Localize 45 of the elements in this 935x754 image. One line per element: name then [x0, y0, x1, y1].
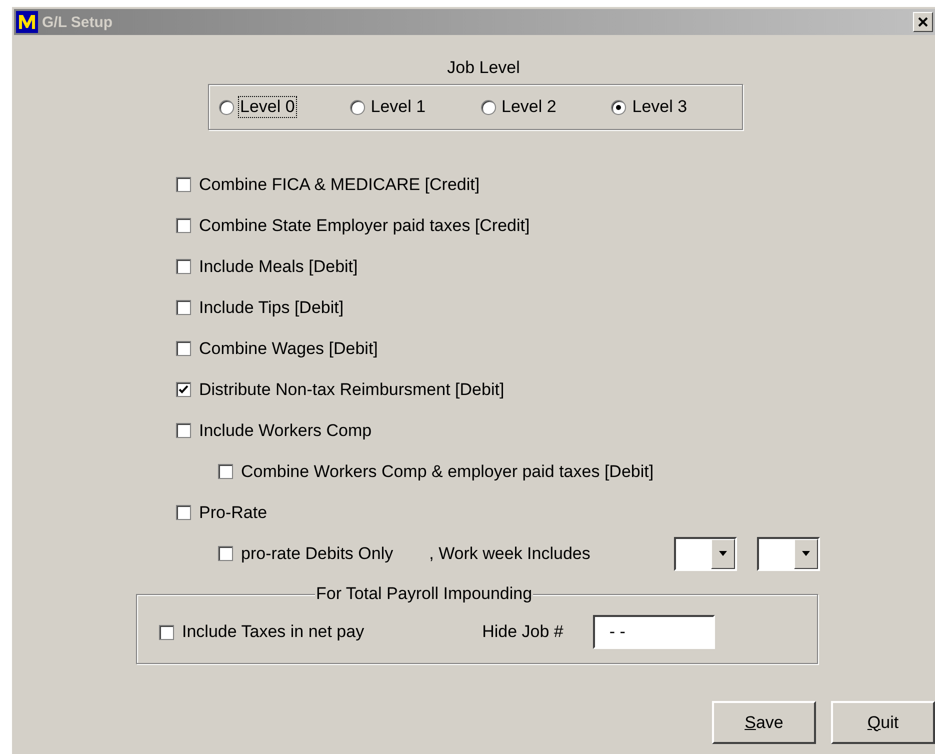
checkbox-label[interactable]: Include Workers Comp [199, 420, 372, 440]
checkbox-label[interactable]: Distribute Non-tax Reimbursment [Debit] [199, 380, 504, 400]
group-title: For Total Payroll Impounding [315, 584, 534, 604]
checkbox-label[interactable]: Combine FICA & MEDICARE [Credit] [199, 174, 480, 194]
radio-button[interactable] [480, 100, 496, 114]
checkbox-label[interactable]: Include Meals [Debit] [199, 256, 358, 276]
checkbox-label[interactable]: Combine State Employer paid taxes [Credit] [199, 216, 530, 236]
radio-label[interactable]: Level 2 [500, 96, 558, 118]
checkbox[interactable] [176, 341, 191, 356]
dialog-button[interactable]: Quit [831, 701, 935, 744]
radio-button[interactable] [219, 100, 234, 114]
checkbox[interactable] [218, 464, 233, 479]
checkbox-label[interactable]: Include Taxes in net pay [182, 622, 364, 642]
dialog-button[interactable]: Save [712, 701, 816, 744]
radio-label[interactable]: Level 3 [630, 96, 690, 118]
checkbox[interactable] [159, 624, 174, 640]
checkbox-label[interactable]: Combine Workers Comp & employer paid taxes [Debit] [241, 462, 654, 482]
checkbox-label[interactable]: Pro-Rate [199, 502, 268, 522]
radio-label[interactable]: Level 0 [238, 96, 297, 118]
window-title: G/L Setup [42, 14, 114, 30]
radio-button[interactable] [611, 100, 626, 114]
dropdown[interactable] [757, 536, 820, 570]
caret-icon [719, 551, 728, 556]
app-logo-icon [16, 11, 38, 33]
checkbox[interactable] [176, 505, 191, 520]
hide-job-field[interactable]: - - [593, 615, 716, 649]
group-title: Job Level [446, 58, 521, 79]
field-label: Hide Job # [482, 622, 564, 642]
checkbox[interactable] [176, 300, 191, 315]
checkbox[interactable] [218, 546, 233, 561]
dropdown[interactable] [674, 536, 738, 570]
checkbox[interactable] [176, 382, 191, 397]
caret-icon [802, 551, 810, 556]
work-week-label: , Work week Includes [429, 544, 592, 564]
radio-button[interactable] [350, 100, 365, 114]
close-icon [917, 16, 929, 28]
checkbox[interactable] [176, 218, 191, 233]
checkbox[interactable] [176, 259, 191, 274]
checkbox-label[interactable]: Combine Wages [Debit] [199, 338, 378, 358]
radio-label[interactable]: Level 1 [368, 96, 428, 118]
checkbox-label[interactable]: Include Tips [Debit] [199, 298, 344, 318]
close-button[interactable] [913, 12, 933, 32]
checkbox[interactable] [176, 423, 191, 438]
checkbox-label[interactable]: pro-rate Debits Only [241, 544, 394, 564]
checkbox[interactable] [176, 177, 191, 192]
